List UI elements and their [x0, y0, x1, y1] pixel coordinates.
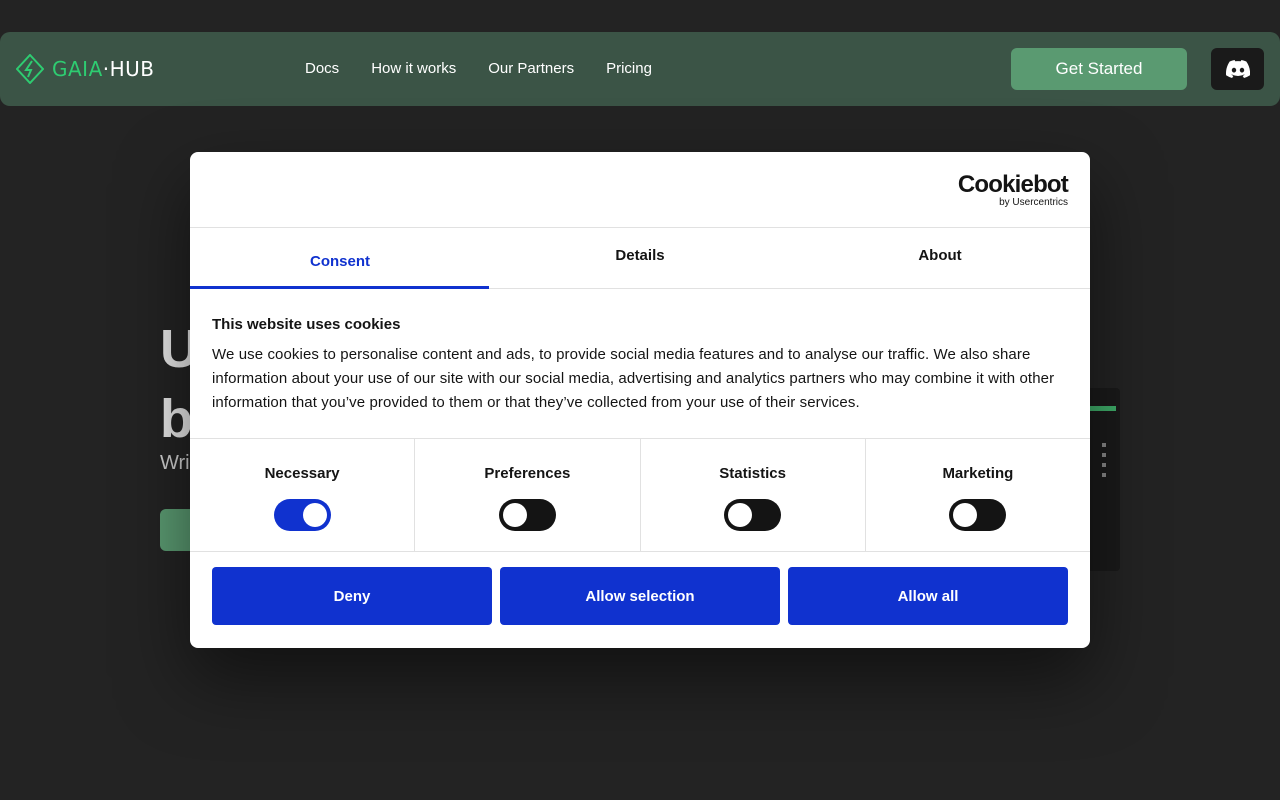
tab-details[interactable]: Details: [490, 228, 790, 288]
discord-button[interactable]: [1211, 48, 1264, 90]
necessary-toggle[interactable]: [273, 499, 331, 531]
toggle-label-necessary: Necessary: [264, 465, 340, 482]
toggle-knob: [302, 503, 327, 527]
brand-name-part2: ·HUB: [102, 57, 155, 81]
toggle-label-statistics: Statistics: [719, 465, 786, 482]
nav-docs[interactable]: Docs: [305, 59, 339, 79]
brand-name: GAIA·HUB: [52, 57, 155, 81]
consent-tabs: Consent Details About: [190, 228, 1090, 289]
tab-about[interactable]: About: [790, 228, 1090, 288]
cookiebot-logo: Cookiebot by Usercentrics: [957, 171, 1069, 209]
cookie-consent-dialog: Cookiebot by Usercentrics Consent Detail…: [190, 152, 1090, 648]
consent-actions: Deny Allow selection Allow all: [190, 552, 1090, 625]
discord-icon: [1225, 60, 1250, 78]
nav-how-it-works[interactable]: How it works: [371, 59, 456, 79]
marketing-toggle[interactable]: [949, 499, 1007, 531]
deny-button[interactable]: Deny: [212, 567, 492, 625]
cookiebot-logo-text: Cookiebot: [957, 171, 1069, 198]
statistics-toggle[interactable]: [724, 499, 782, 531]
preview-dot: [1102, 463, 1106, 467]
toggle-cell-preferences: Preferences: [415, 439, 641, 551]
brand-name-part1: GAIA: [52, 57, 103, 81]
toggle-label-preferences: Preferences: [484, 465, 571, 482]
preview-dot: [1102, 453, 1106, 457]
preferences-toggle[interactable]: [498, 499, 556, 531]
toggle-cell-marketing: Marketing: [866, 439, 1090, 551]
tab-consent[interactable]: Consent: [190, 228, 490, 289]
toggle-knob: [953, 503, 978, 527]
toggle-knob: [502, 503, 527, 527]
main-nav: Docs How it works Our Partners Pricing: [305, 59, 652, 79]
nav-pricing[interactable]: Pricing: [606, 59, 652, 79]
toggle-cell-statistics: Statistics: [641, 439, 866, 551]
consent-body: This website uses cookies We use cookies…: [190, 289, 1090, 439]
hero-subtitle: Wri: [160, 452, 190, 474]
cookiebot-logo-subtext: by Usercentrics: [999, 197, 1068, 208]
consent-title: This website uses cookies: [212, 316, 401, 333]
preview-dot: [1102, 473, 1106, 477]
consent-description: We use cookies to personalise content an…: [212, 346, 1055, 411]
gaia-logo-icon: [16, 54, 44, 84]
allow-all-button[interactable]: Allow all: [788, 567, 1068, 625]
cookie-category-toggles: Necessary Preferences Statistics Marketi…: [190, 439, 1090, 552]
toggle-label-marketing: Marketing: [942, 465, 1014, 482]
dialog-header: Cookiebot by Usercentrics: [190, 152, 1090, 228]
preview-bar: [1090, 406, 1116, 411]
site-header: GAIA·HUB Docs How it works Our Partners …: [0, 32, 1280, 106]
brand-logo[interactable]: GAIA·HUB: [16, 54, 155, 84]
toggle-knob: [728, 503, 753, 527]
nav-our-partners[interactable]: Our Partners: [488, 59, 574, 79]
toggle-cell-necessary: Necessary: [190, 439, 416, 551]
preview-dot: [1102, 443, 1106, 447]
allow-selection-button[interactable]: Allow selection: [500, 567, 780, 625]
hero-heading-line2: b: [160, 389, 193, 449]
get-started-button[interactable]: Get Started: [1011, 48, 1187, 90]
